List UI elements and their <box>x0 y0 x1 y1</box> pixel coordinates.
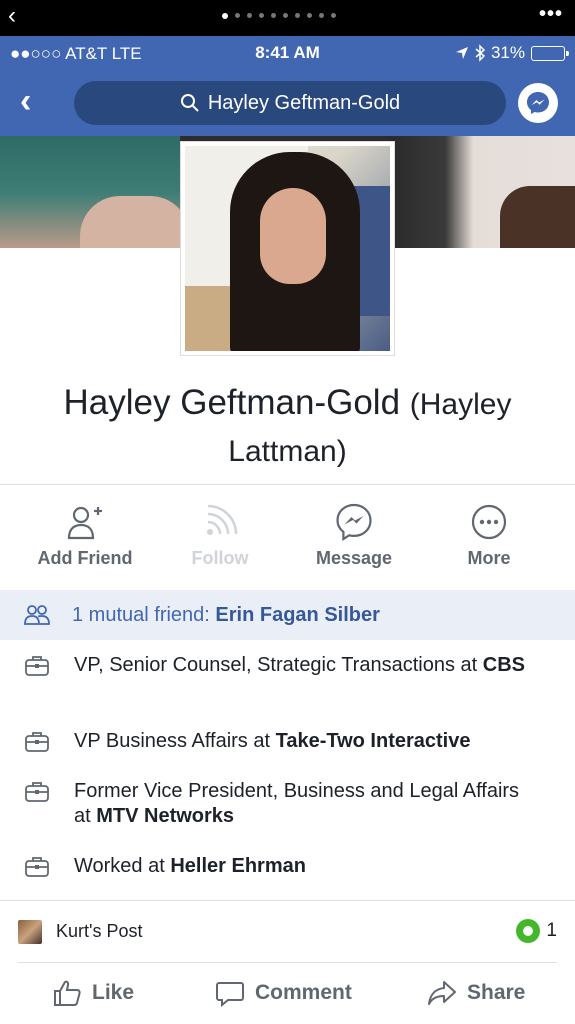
page-dot <box>283 13 288 18</box>
work-item-role: VP Business Affairs at <box>74 730 276 752</box>
follow-label: Follow <box>191 548 249 568</box>
status-right: 31% <box>455 43 569 63</box>
more-button[interactable]: More <box>424 500 554 569</box>
messenger-button[interactable] <box>518 83 558 123</box>
like-label: Like <box>92 981 135 1004</box>
work-item-text: VP, Senior Counsel, Strategic Transactio… <box>74 653 534 684</box>
comment-count-badge[interactable]: 1 <box>516 919 557 943</box>
work-item-org[interactable]: Heller Ehrman <box>170 855 306 877</box>
page-dot <box>259 13 264 18</box>
comment-bubble-icon <box>516 919 541 943</box>
work-item: Former Vice President, Business and Lega… <box>0 779 575 829</box>
cover-photo-detail <box>500 186 575 248</box>
browser-back-icon[interactable]: ‹ <box>8 4 16 28</box>
page-dot <box>295 13 300 18</box>
profile-primary-name: Hayley Geftman-Gold <box>63 383 401 422</box>
mutual-friend-name[interactable]: Erin Fagan Silber <box>215 604 379 626</box>
bluetooth-icon <box>475 44 485 62</box>
share-icon <box>428 981 456 1005</box>
avatar-face <box>260 188 326 284</box>
message-button[interactable]: Message <box>289 500 419 569</box>
profile-actions: Add Friend Follow Message More <box>0 500 575 580</box>
more-label: More <box>467 548 511 568</box>
comment-count: 1 <box>546 920 557 941</box>
search-icon <box>180 94 199 112</box>
divider <box>18 962 557 963</box>
like-icon <box>54 980 81 1006</box>
post-thumbnail <box>18 920 42 944</box>
work-item-text: Former Vice President, Business and Lega… <box>74 779 534 829</box>
page-dot <box>319 13 324 18</box>
browser-more-icon[interactable]: ••• <box>539 4 563 24</box>
page-dot <box>222 12 228 19</box>
work-item: VP Business Affairs at Take-Two Interact… <box>0 729 575 760</box>
avatar-image <box>185 146 390 351</box>
work-item-text: Worked at Heller Ehrman <box>74 854 534 885</box>
comment-button[interactable]: Comment <box>215 978 352 1008</box>
post-header[interactable]: Kurt's Post 1 <box>0 908 575 956</box>
friends-icon <box>24 604 50 626</box>
work-item-org[interactable]: MTV Networks <box>96 805 234 827</box>
post-title: Kurt's Post <box>56 921 143 941</box>
add-friend-label: Add Friend <box>37 548 133 568</box>
add-friend-icon <box>67 506 102 540</box>
briefcase-icon <box>24 781 50 829</box>
divider <box>0 484 575 485</box>
work-item: Worked at Heller Ehrman <box>0 854 575 885</box>
page-dot <box>247 13 252 18</box>
battery-percent: 31% <box>490 43 525 62</box>
mutual-friends-text: 1 mutual friend: Erin Fagan Silber <box>72 604 380 627</box>
page-dot <box>235 13 240 18</box>
page-dot <box>271 13 276 18</box>
like-button[interactable]: Like <box>52 978 134 1008</box>
mutual-friends-row[interactable]: 1 mutual friend: Erin Fagan Silber <box>0 590 575 640</box>
share-button[interactable]: Share <box>427 978 525 1008</box>
work-item-text: VP Business Affairs at Take-Two Interact… <box>74 729 534 760</box>
messenger-icon <box>336 503 372 542</box>
page-dot <box>307 13 312 18</box>
status-bar: ●●○○○ AT&T LTE 8:41 AM 31% <box>0 36 575 70</box>
app-header: ●●○○○ AT&T LTE 8:41 AM 31% ‹ Hayley Geft… <box>0 36 575 136</box>
share-label: Share <box>467 981 526 1004</box>
add-friend-button[interactable]: Add Friend <box>20 500 150 569</box>
search-value: Hayley Geftman-Gold <box>207 91 401 114</box>
mutual-prefix: 1 mutual friend: <box>72 603 216 626</box>
comment-label: Comment <box>255 981 352 1004</box>
briefcase-icon <box>24 731 50 760</box>
work-item: VP, Senior Counsel, Strategic Transactio… <box>0 653 575 684</box>
location-arrow-icon <box>455 47 468 59</box>
work-item-role: VP, Senior Counsel, Strategic Transactio… <box>74 654 483 676</box>
more-icon <box>471 504 507 540</box>
work-item-org[interactable]: CBS <box>483 654 525 676</box>
profile-picture[interactable] <box>180 141 395 356</box>
page-indicator <box>222 12 336 19</box>
work-item-org[interactable]: Take-Two Interactive <box>276 730 471 752</box>
battery-icon <box>531 45 569 61</box>
profile-name: Hayley Geftman-Gold (Hayley Lattman) <box>20 380 555 474</box>
message-label: Message <box>315 548 393 568</box>
comment-icon <box>216 982 244 1008</box>
briefcase-icon <box>24 856 50 885</box>
search-input[interactable]: Hayley Geftman-Gold <box>74 81 506 125</box>
cover-photo-arm <box>80 196 190 248</box>
messenger-icon <box>527 92 549 114</box>
follow-icon <box>207 504 238 535</box>
page-dot <box>331 13 336 18</box>
divider <box>0 900 575 901</box>
work-item-role: Worked at <box>74 855 171 877</box>
follow-button[interactable]: Follow <box>155 500 285 569</box>
browser-chrome: ‹ ••• <box>0 0 575 36</box>
back-icon[interactable]: ‹ <box>20 84 31 118</box>
nav-row: ‹ Hayley Geftman-Gold <box>0 78 575 128</box>
post-actions: Like Comment Share <box>0 968 575 1020</box>
briefcase-icon <box>24 655 50 684</box>
